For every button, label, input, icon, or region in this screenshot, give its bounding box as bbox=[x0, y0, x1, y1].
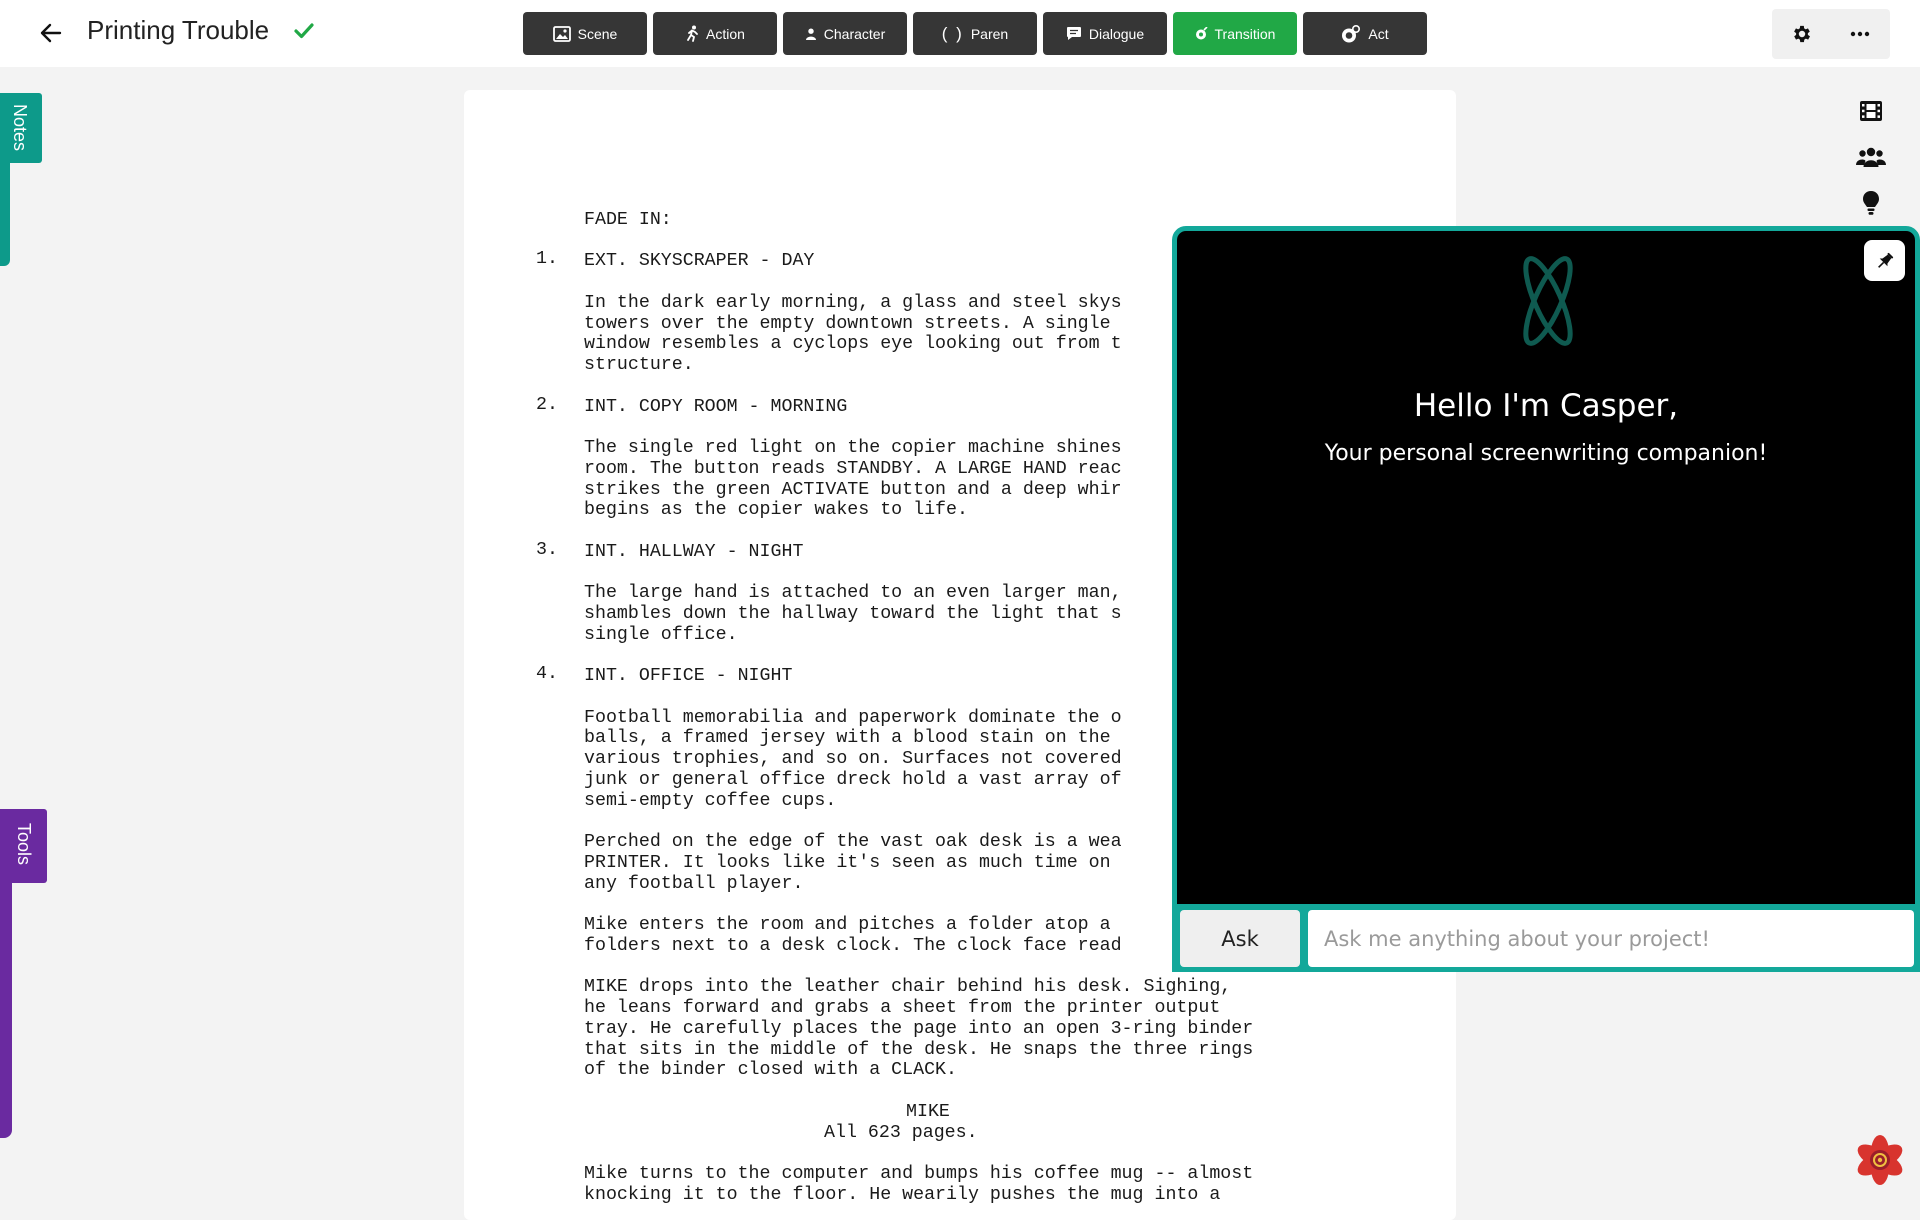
scenes-panel-button[interactable] bbox=[1856, 96, 1886, 126]
film-icon bbox=[1860, 101, 1882, 121]
character-button-label: Character bbox=[823, 25, 886, 42]
tools-panel-edge bbox=[0, 880, 12, 1138]
saved-check-icon bbox=[294, 22, 314, 45]
action-button[interactable]: Action bbox=[653, 12, 777, 55]
pin-panel-button[interactable] bbox=[1864, 240, 1905, 281]
element-toolbar: Scene Action Character ( ) Paren Dialogu… bbox=[523, 12, 1427, 55]
notes-panel-edge bbox=[0, 160, 10, 266]
tools-tab-label: Tools bbox=[14, 823, 34, 866]
character-button[interactable]: Character bbox=[783, 12, 907, 55]
ask-button[interactable]: Ask bbox=[1180, 910, 1300, 967]
notes-tab-label: Notes bbox=[10, 104, 30, 152]
act-icon bbox=[1342, 24, 1361, 42]
flower-badge-icon bbox=[1857, 1135, 1903, 1185]
casper-question-input[interactable] bbox=[1308, 910, 1914, 967]
scene-button[interactable]: Scene bbox=[523, 12, 647, 55]
action-button-label: Action bbox=[706, 25, 745, 42]
action-line: tray. He carefully places the page into … bbox=[584, 1018, 1254, 1039]
gear-icon bbox=[1794, 25, 1810, 43]
character-cue: MIKE bbox=[906, 1101, 950, 1122]
scene-number: 3. bbox=[536, 540, 558, 560]
transition-icon bbox=[1195, 27, 1208, 40]
ellipsis-icon bbox=[1850, 31, 1870, 37]
action-line: MIKE drops into the leather chair behind… bbox=[584, 977, 1232, 998]
action-line: that sits in the middle of the desk. He … bbox=[584, 1039, 1254, 1060]
document-title[interactable]: Printing Trouble bbox=[87, 15, 269, 46]
scene-number: 2. bbox=[536, 395, 558, 415]
scene-number: 4. bbox=[536, 664, 558, 684]
speech-bubble-icon bbox=[1066, 27, 1081, 40]
atom-logo-icon bbox=[1512, 252, 1584, 355]
ideas-panel-button[interactable] bbox=[1856, 188, 1886, 218]
action-line: Mike turns to the computer and bumps his… bbox=[584, 1164, 1254, 1185]
parentheses-icon: ( ) bbox=[941, 23, 964, 43]
scene-number: 1. bbox=[536, 249, 558, 269]
transition-button-label: Transition bbox=[1214, 25, 1276, 42]
action-line: he leans forward and grabs a sheet from … bbox=[584, 998, 1221, 1019]
paren-button[interactable]: ( ) Paren bbox=[913, 12, 1037, 55]
transition-button[interactable]: Transition bbox=[1173, 12, 1297, 55]
settings-button[interactable] bbox=[1788, 20, 1816, 48]
dialogue-button[interactable]: Dialogue bbox=[1043, 12, 1167, 55]
lightbulb-icon bbox=[1863, 191, 1879, 215]
dialogue-line: All 623 pages. bbox=[824, 1122, 978, 1143]
help-fab-button[interactable] bbox=[1854, 1134, 1906, 1186]
act-button[interactable]: Act bbox=[1303, 12, 1427, 55]
notes-tab[interactable]: Notes bbox=[0, 93, 42, 163]
back-button[interactable] bbox=[34, 16, 68, 50]
dialogue-button-label: Dialogue bbox=[1088, 25, 1145, 42]
casper-subtitle: Your personal screenwriting companion! bbox=[1324, 441, 1768, 466]
characters-panel-button[interactable] bbox=[1856, 142, 1886, 172]
action-line: of the binder closed with a CLACK. bbox=[584, 1060, 957, 1081]
scene-button-label: Scene bbox=[577, 25, 618, 42]
act-button-label: Act bbox=[1368, 25, 1389, 42]
arrow-left-icon bbox=[40, 23, 62, 43]
person-icon bbox=[805, 28, 816, 40]
tools-tab[interactable]: Tools bbox=[0, 809, 47, 883]
running-person-icon bbox=[687, 25, 698, 42]
users-icon bbox=[1856, 147, 1886, 167]
more-options-button[interactable] bbox=[1846, 20, 1874, 48]
image-icon bbox=[552, 25, 571, 42]
pin-icon bbox=[1877, 252, 1893, 268]
action-line: knocking it to the floor. He wearily pus… bbox=[584, 1184, 1221, 1205]
top-right-tools bbox=[1772, 9, 1890, 59]
paren-button-label: Paren bbox=[970, 25, 1009, 42]
casper-greeting: Hello I'm Casper, bbox=[1413, 388, 1679, 424]
